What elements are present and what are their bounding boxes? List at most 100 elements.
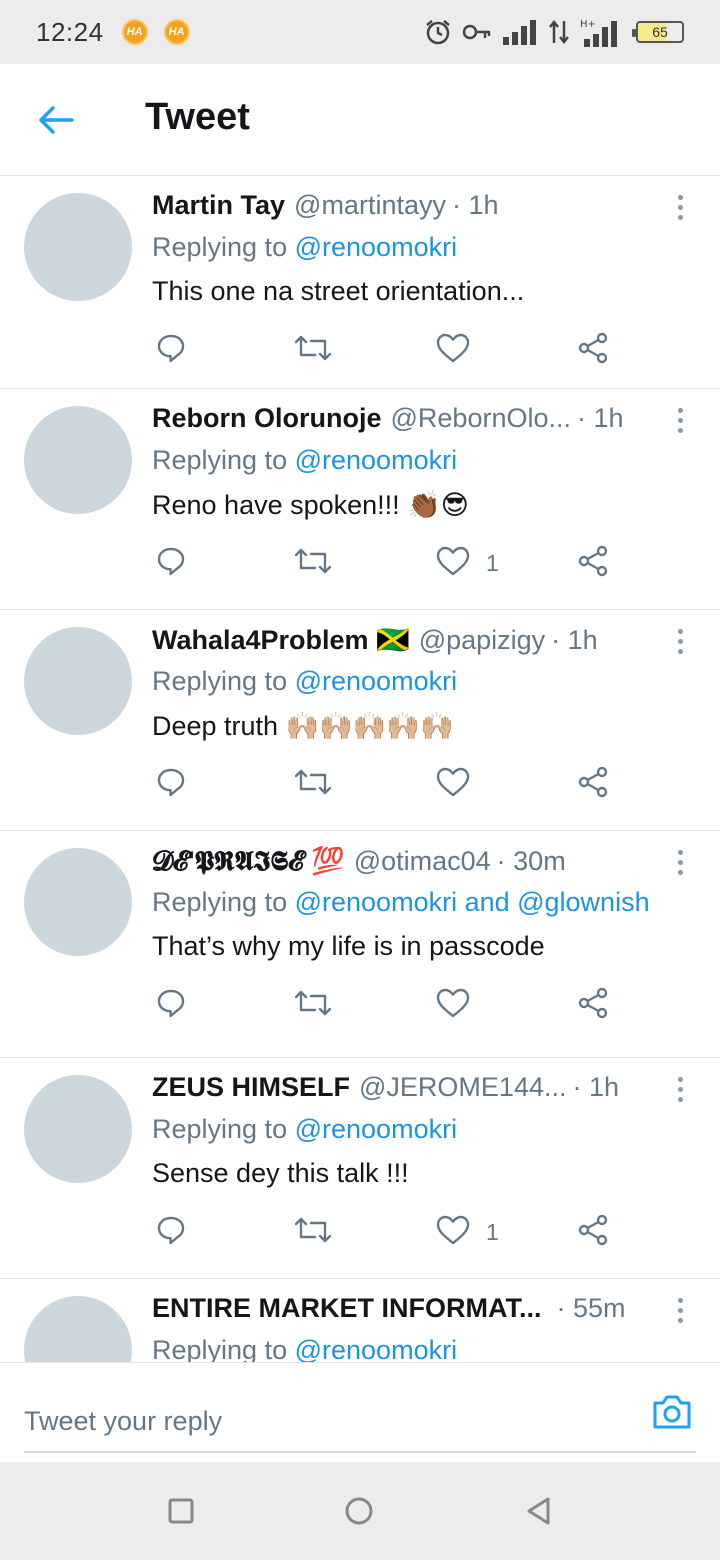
tweet-item[interactable]: Martin Tay @martintayy · 1h Replying to @re…	[0, 176, 720, 389]
mention-link[interactable]: @renoomokri	[295, 232, 457, 262]
replying-to-label: Replying to	[152, 1335, 288, 1362]
camera-button[interactable]	[652, 1393, 692, 1431]
status-time: 12:24	[36, 16, 104, 47]
share-icon	[577, 766, 609, 803]
tweet-text: This one na street orientation...	[152, 276, 525, 306]
tweet-item[interactable]: 𝓓𝓔'𝕻𝕽𝕬𝕴𝕾𝓔 💯 @otimac04 · 30m Replying to @re…	[0, 831, 720, 1058]
display-name[interactable]: ZEUS HIMSELF	[152, 1072, 350, 1103]
avatar[interactable]	[24, 1296, 132, 1362]
user-handle[interactable]: @otimac04	[354, 846, 491, 877]
mention-link[interactable]: @renoomokri	[295, 1114, 457, 1144]
avatar[interactable]	[24, 848, 132, 956]
mention-link[interactable]: @renoomokri	[295, 445, 457, 475]
tweet-header: 𝓓𝓔'𝕻𝕽𝕬𝕴𝕾𝓔 💯 @otimac04 · 30m	[152, 845, 660, 881]
tweet-time: · 1h	[576, 403, 624, 433]
retweet-button[interactable]	[294, 1214, 332, 1250]
tweet-item[interactable]: ZEUS HIMSELF @JEROME144... · 1h Replying to…	[0, 1058, 720, 1279]
reply-icon	[155, 987, 187, 1024]
share-button[interactable]	[577, 1214, 609, 1250]
more-options-button[interactable]	[670, 1072, 690, 1106]
user-handle[interactable]: @papizigy	[419, 625, 545, 656]
svg-text:H+: H+	[580, 19, 596, 30]
like-button[interactable]	[436, 332, 470, 368]
battery-icon: 65	[632, 21, 684, 43]
user-handle[interactable]: @RebornOlo...	[391, 403, 571, 434]
share-button[interactable]	[577, 766, 609, 802]
more-options-button[interactable]	[670, 845, 690, 879]
tweet-time: · 1h	[451, 190, 499, 220]
retweet-button[interactable]	[294, 545, 332, 581]
retweet-button[interactable]	[294, 987, 332, 1023]
share-button[interactable]	[577, 987, 609, 1023]
display-name[interactable]: Martin Tay	[152, 190, 285, 221]
replying-to: Replying to @renoomokri and @glownish	[152, 887, 650, 918]
display-name[interactable]: Reborn Olorunoje	[152, 403, 382, 434]
replying-to-label: Replying to	[152, 887, 288, 917]
tweet-header: Reborn Olorunoje @RebornOlo... · 1h	[152, 403, 660, 439]
replying-to-label: Replying to	[152, 666, 288, 696]
display-name[interactable]: ENTIRE MARKET INFORMAT...	[152, 1293, 541, 1324]
tweet-item[interactable]: Wahala4Problem 🇯🇲 @papizigy · 1h Replying t…	[0, 610, 720, 831]
replying-to: Replying to @renoomokri	[152, 1335, 457, 1362]
display-name[interactable]: 𝓓𝓔'𝕻𝕽𝕬𝕴𝕾𝓔 💯	[152, 845, 345, 878]
like-button[interactable]	[436, 766, 470, 802]
reply-button[interactable]	[155, 1214, 187, 1250]
more-vertical-icon	[677, 194, 683, 200]
retweet-button[interactable]	[294, 766, 332, 802]
heart-icon	[436, 1215, 470, 1250]
reply-input[interactable]	[24, 1391, 696, 1453]
retweet-button[interactable]	[294, 332, 332, 368]
share-icon	[577, 1214, 609, 1251]
arrow-left-icon	[39, 106, 74, 134]
back-nav-button[interactable]	[524, 1496, 554, 1526]
more-options-button[interactable]	[670, 190, 690, 224]
reply-button[interactable]	[155, 545, 187, 581]
mention-link[interactable]: @renoomokri	[295, 666, 457, 696]
tweet-item[interactable]: ENTIRE MARKET INFORMAT... · 55m Replying t…	[0, 1279, 720, 1362]
more-vertical-icon	[677, 628, 683, 634]
reply-button[interactable]	[155, 332, 187, 368]
like-button[interactable]	[436, 987, 470, 1023]
share-button[interactable]	[577, 332, 609, 368]
replying-to-label: Replying to	[152, 232, 288, 262]
tweet-header: Martin Tay @martintayy · 1h	[152, 190, 660, 226]
tweet-actions: 1	[152, 1214, 622, 1250]
retweet-icon	[294, 767, 332, 802]
tweet-header: ENTIRE MARKET INFORMAT... · 55m	[152, 1293, 660, 1329]
tweet-time: · 30m	[496, 846, 566, 876]
tweet-item[interactable]: Reborn Olorunoje @RebornOlo... · 1h Replyin…	[0, 389, 720, 610]
like-button[interactable]: 1	[436, 545, 499, 581]
app-header: Tweet	[0, 64, 720, 176]
signal-icon	[502, 19, 538, 45]
more-options-button[interactable]	[670, 624, 690, 658]
reply-icon	[155, 545, 187, 582]
camera-icon	[653, 1395, 691, 1429]
replying-to-label: Replying to	[152, 1114, 288, 1144]
like-button[interactable]: 1	[436, 1214, 499, 1250]
share-button[interactable]	[577, 545, 609, 581]
back-button[interactable]	[36, 102, 76, 138]
heart-icon	[436, 988, 470, 1023]
notification-badge-icon: HA	[163, 19, 190, 45]
avatar[interactable]	[24, 1075, 132, 1183]
avatar[interactable]	[24, 406, 132, 514]
recents-button[interactable]	[166, 1496, 196, 1526]
mention-link[interactable]: @renoomokri and @glownish	[295, 887, 650, 917]
reply-button[interactable]	[155, 766, 187, 802]
avatar[interactable]	[24, 193, 132, 301]
more-vertical-icon	[677, 1076, 683, 1082]
more-options-button[interactable]	[670, 403, 690, 437]
user-handle[interactable]: @JEROME144...	[359, 1072, 566, 1103]
tweet-text: Sense dey this talk !!!	[152, 1158, 409, 1188]
user-handle[interactable]: @martintayy	[294, 190, 446, 221]
reply-button[interactable]	[155, 987, 187, 1023]
tweet-text: That’s why my life is in passcode	[152, 931, 545, 961]
tweet-actions	[152, 766, 622, 802]
avatar[interactable]	[24, 627, 132, 735]
display-name[interactable]: Wahala4Problem 🇯🇲	[152, 624, 410, 656]
signal-hplus-icon: H+	[580, 17, 620, 47]
mention-link[interactable]: @renoomokri	[295, 1335, 457, 1362]
more-options-button[interactable]	[670, 1293, 690, 1327]
home-button[interactable]	[344, 1496, 374, 1526]
heart-icon	[436, 333, 470, 368]
